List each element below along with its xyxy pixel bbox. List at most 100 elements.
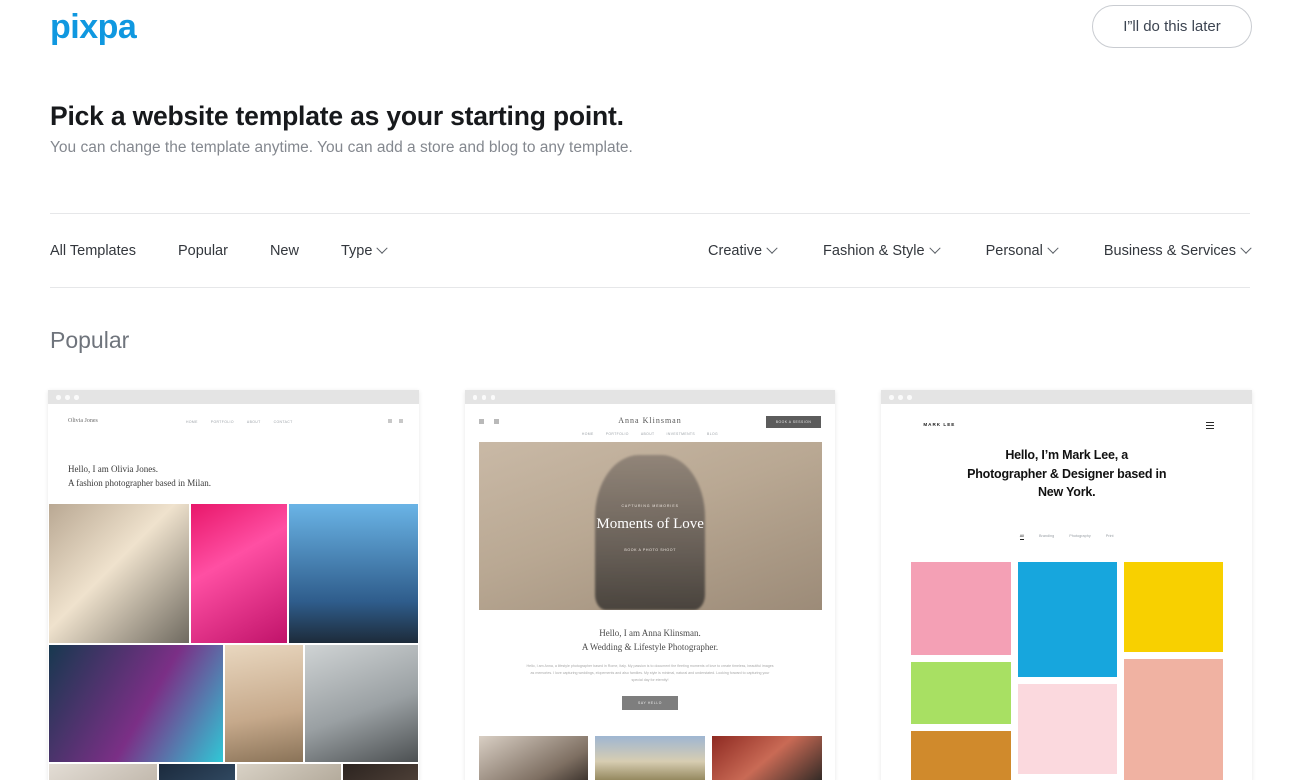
preview-hero-kicker: CAPTURING MEMORIES xyxy=(621,504,679,509)
filter-nav-right: Creative Fashion & Style Personal Busine… xyxy=(708,240,1252,262)
template-grid: Olivia Jones HOME PORTFOLIO ABOUT CONTAC… xyxy=(48,390,1253,780)
preview-grid-column xyxy=(1124,562,1224,780)
preview-hero-title: Moments of Love xyxy=(596,515,704,532)
template-card-olivia-jones[interactable]: Olivia Jones HOME PORTFOLIO ABOUT CONTAC… xyxy=(48,390,419,780)
preview-photo xyxy=(305,645,418,762)
preview-tile xyxy=(911,731,1011,780)
preview-tab-print: Print xyxy=(1105,534,1114,538)
preview-about-section: Hello, I am Anna Klinsman. A Wedding & L… xyxy=(465,626,836,710)
preview-tab-all: All xyxy=(1019,534,1025,540)
preview-tile xyxy=(911,562,1011,655)
twitter-icon xyxy=(387,419,392,423)
filter-fashion-style-label: Fashion & Style xyxy=(823,243,925,259)
preview-tile xyxy=(1017,562,1117,677)
preview-portfolio-grid xyxy=(911,562,1224,780)
preview-site-logo: Olivia Jones xyxy=(68,418,98,424)
preview-photo-grid xyxy=(49,504,418,780)
preview-hero-line3: New York. xyxy=(1037,485,1096,499)
preview-hero-line2: A fashion photographer based in Milan. xyxy=(68,478,211,488)
filter-type[interactable]: Type xyxy=(340,240,389,262)
preview-photo xyxy=(289,504,418,643)
preview-grid-column xyxy=(911,562,1011,780)
filter-all-templates[interactable]: All Templates xyxy=(50,240,136,262)
chevron-down-icon xyxy=(928,242,941,254)
preview-nav-item: PORTFOLIO xyxy=(605,432,629,436)
preview-say-hello-button: SAY HELLO xyxy=(622,696,678,710)
preview-nav-item: BLOG xyxy=(707,432,719,436)
chrome-dot-icon xyxy=(472,395,478,400)
instagram-icon xyxy=(398,419,403,423)
preview-nav-item: INVESTMENTS xyxy=(666,432,696,436)
chevron-down-icon xyxy=(766,242,778,254)
pixpa-logo[interactable]: pixpa xyxy=(50,8,137,46)
preview-nav-item: HOME xyxy=(186,420,198,424)
top-bar: pixpa I”ll do this later xyxy=(0,0,1300,62)
chevron-down-icon xyxy=(1240,242,1252,254)
preview-header: Anna Klinsman BOOK A SESSION HOME PORTFO… xyxy=(465,416,836,436)
browser-chrome xyxy=(881,390,1253,404)
preview-hero-line1: Hello, I’m Mark Lee, a xyxy=(1005,448,1129,462)
section-title: Popular xyxy=(50,327,130,353)
filter-business-services-label: Business & Services xyxy=(1103,243,1236,259)
preview-about-line1: Hello, I am Anna Klinsman. xyxy=(599,628,701,638)
preview-photo xyxy=(478,736,589,780)
preview-hero-line1: Hello, I am Olivia Jones. xyxy=(68,464,158,474)
preview-about-body: Hello, I am Anna, a lifestyle photograph… xyxy=(526,664,774,682)
filter-nav: All Templates Popular New Type Creative … xyxy=(50,240,1252,262)
page-title: Pick a website template as your starting… xyxy=(50,101,624,131)
filter-business-services[interactable]: Business & Services xyxy=(1103,240,1252,262)
browser-chrome xyxy=(464,390,836,404)
preview-hero-cta: BOOK A PHOTO SHOOT xyxy=(624,547,676,552)
template-preview-olivia-jones: Olivia Jones HOME PORTFOLIO ABOUT CONTAC… xyxy=(48,404,419,780)
preview-photo xyxy=(49,645,223,762)
preview-photo xyxy=(225,645,303,762)
template-picker-page: pixpa I”ll do this later Pick a website … xyxy=(0,0,1300,780)
template-card-anna-klinsman[interactable]: Anna Klinsman BOOK A SESSION HOME PORTFO… xyxy=(464,390,836,780)
filter-fashion-style[interactable]: Fashion & Style xyxy=(823,240,941,262)
preview-filter-tabs: All Branding Photography Print xyxy=(881,534,1252,540)
filter-personal[interactable]: Personal xyxy=(985,240,1059,262)
preview-about-line2: A Wedding & Lifestyle Photographer. xyxy=(581,642,719,652)
preview-book-session-button: BOOK A SESSION xyxy=(765,416,822,428)
divider-top xyxy=(50,213,1250,214)
filter-personal-label: Personal xyxy=(985,243,1043,259)
template-preview-anna-klinsman: Anna Klinsman BOOK A SESSION HOME PORTFO… xyxy=(464,404,836,780)
hamburger-menu-icon xyxy=(1206,422,1215,429)
chrome-dot-icon xyxy=(898,395,903,400)
filter-nav-left: All Templates Popular New Type xyxy=(50,240,389,262)
preview-nav: HOME PORTFOLIO ABOUT CONTACT xyxy=(186,420,293,424)
preview-tile xyxy=(911,662,1011,724)
preview-tile xyxy=(1124,562,1224,652)
do-this-later-button[interactable]: I”ll do this later xyxy=(1092,5,1252,48)
preview-hero-text: Hello, I’m Mark Lee, a Photographer & De… xyxy=(881,446,1252,502)
filter-popular[interactable]: Popular xyxy=(178,240,228,262)
chrome-dot-icon xyxy=(65,395,70,400)
preview-photo xyxy=(159,764,235,780)
preview-nav-item: ABOUT xyxy=(246,420,261,424)
preview-tab-branding: Branding xyxy=(1039,534,1055,538)
preview-hero-text: Hello, I am Olivia Jones. A fashion phot… xyxy=(68,462,211,490)
preview-photo xyxy=(343,764,418,780)
preview-nav-item: CONTACT xyxy=(273,420,293,424)
filter-creative[interactable]: Creative xyxy=(708,240,778,262)
filter-all-templates-label: All Templates xyxy=(50,243,136,259)
chrome-dot-icon xyxy=(481,395,487,400)
filter-type-label: Type xyxy=(340,243,373,259)
preview-tile xyxy=(1124,659,1224,780)
preview-hero-line2: Photographer & Designer based in xyxy=(967,466,1167,481)
chrome-dot-icon xyxy=(889,395,894,400)
filter-new[interactable]: New xyxy=(270,240,299,262)
preview-photo xyxy=(712,736,822,780)
preview-photo xyxy=(49,764,157,780)
filter-popular-label: Popular xyxy=(177,243,228,259)
template-preview-mark-lee: MARK LEE Hello, I’m Mark Lee, a Photogra… xyxy=(881,404,1253,780)
filter-creative-label: Creative xyxy=(708,243,763,259)
preview-nav: HOME PORTFOLIO ABOUT INVESTMENTS BLOG xyxy=(465,432,836,436)
chevron-down-icon xyxy=(1047,242,1059,254)
preview-photo xyxy=(595,736,706,780)
browser-chrome xyxy=(48,390,419,404)
preview-nav-item: ABOUT xyxy=(640,432,655,436)
template-card-mark-lee[interactable]: MARK LEE Hello, I’m Mark Lee, a Photogra… xyxy=(881,390,1253,780)
chrome-dot-icon xyxy=(74,395,79,400)
preview-nav-item: HOME xyxy=(581,432,594,436)
